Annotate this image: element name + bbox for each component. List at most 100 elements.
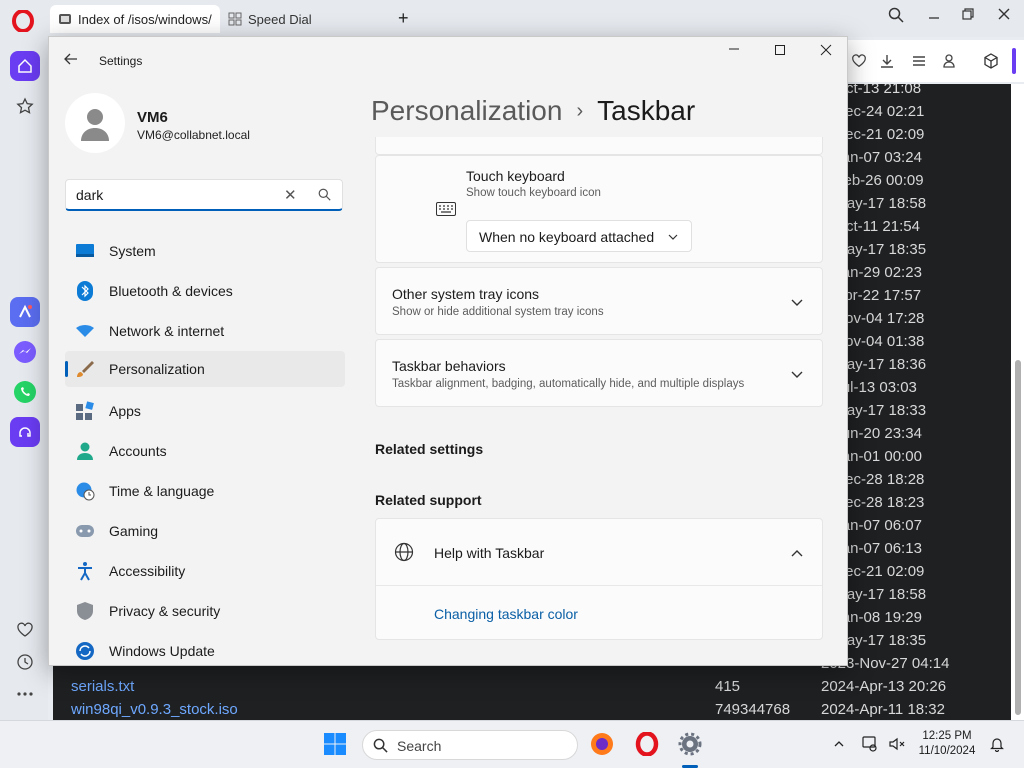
firefox-icon[interactable] (589, 731, 615, 757)
breadcrumb-separator: › (576, 100, 584, 122)
sidebar-item-personalization[interactable]: Personalization (65, 351, 345, 387)
page-title: Taskbar (597, 95, 696, 126)
file-name-link[interactable]: win98qi_v0.9.3_stock.iso (71, 698, 238, 720)
previous-card-edge (375, 137, 823, 155)
settings-gear-icon[interactable] (677, 731, 703, 757)
clock-time: 12:25 PM (922, 730, 972, 742)
taskbar-behaviors-card[interactable]: Taskbar behaviors Taskbar alignment, bad… (375, 339, 823, 407)
player-icon[interactable] (10, 417, 40, 447)
easy-setup-icon[interactable] (910, 52, 928, 70)
opera-taskbar-icon[interactable] (634, 731, 660, 757)
breadcrumb-parent[interactable]: Personalization (371, 95, 562, 126)
chevron-down-icon (668, 234, 678, 240)
download-icon[interactable] (878, 52, 896, 70)
globe-icon (394, 542, 414, 565)
maximize-button[interactable] (765, 43, 795, 67)
aria-ai-icon[interactable] (10, 297, 40, 327)
bookmarks-star-icon[interactable] (10, 91, 40, 121)
sidebar-item-bluetooth[interactable]: Bluetooth & devices (65, 273, 345, 309)
sidebar-item-label: Gaming (109, 523, 159, 539)
apps-icon (75, 401, 95, 421)
taskbar-search-box[interactable]: Search (362, 730, 578, 760)
sidebar-item-label: Network & internet (109, 323, 225, 339)
back-arrow-icon[interactable] (63, 51, 83, 71)
keyboard-icon (436, 202, 456, 219)
extensions-cube-icon[interactable] (982, 52, 1000, 70)
settings-search-box[interactable]: ✕ (65, 179, 343, 211)
browser-restore-icon[interactable] (958, 7, 978, 25)
browser-sidebar (0, 37, 48, 720)
account-icon[interactable] (940, 52, 958, 70)
sidebar-item-label: Bluetooth & devices (109, 283, 233, 299)
avatar[interactable] (65, 93, 125, 153)
tab-label: Index of /isos/windows/ (78, 11, 212, 27)
history-clock-icon[interactable] (10, 647, 40, 677)
notification-bell-icon[interactable] (984, 731, 1010, 757)
chevron-down-icon[interactable] (790, 368, 804, 382)
tray-icons-desc: Show or hide additional system tray icon… (392, 306, 604, 318)
file-size: 749344768 (715, 701, 791, 718)
browser-minimize-icon[interactable] (924, 7, 944, 25)
device-sync-icon[interactable] (856, 731, 882, 757)
window-title: Settings (99, 54, 143, 68)
start-windows-icon[interactable] (322, 731, 348, 757)
sidebar-item-system[interactable]: System (65, 233, 345, 269)
globe-clock-icon (75, 481, 95, 501)
sidebar-item-windows-update[interactable]: Windows Update (65, 633, 345, 665)
minimize-button[interactable] (719, 43, 749, 67)
search-input[interactable] (76, 186, 276, 204)
browser-search-icon[interactable] (886, 7, 906, 27)
gamepad-icon (75, 521, 95, 541)
chevron-up-icon[interactable] (790, 546, 804, 560)
tab-label: Speed Dial (248, 11, 312, 27)
sidebar-item-gaming[interactable]: Gaming (65, 513, 345, 549)
taskbar-clock[interactable]: 12:25 PM 11/10/2024 (914, 729, 980, 759)
sidebar-toggle-bar[interactable] (1012, 48, 1016, 74)
chevron-up-icon[interactable] (826, 731, 852, 757)
more-dots-icon[interactable] (10, 679, 40, 709)
home-icon[interactable] (10, 51, 40, 81)
tray-icons-title: Other system tray icons (392, 286, 540, 302)
speaker-muted-icon[interactable] (884, 731, 910, 757)
wifi-icon (75, 321, 95, 341)
site-favicon-icon (58, 12, 72, 26)
touch-keyboard-dropdown[interactable]: When no keyboard attached (466, 220, 692, 252)
sidebar-item-privacy[interactable]: Privacy & security (65, 593, 345, 629)
browser-close-icon[interactable] (994, 7, 1014, 25)
clear-search-icon[interactable]: ✕ (284, 186, 297, 204)
sidebar-item-time-language[interactable]: Time & language (65, 473, 345, 509)
help-title[interactable]: Help with Taskbar (434, 545, 544, 561)
heart-icon[interactable] (10, 615, 40, 645)
touch-keyboard-title: Touch keyboard (466, 168, 565, 184)
bluetooth-icon (75, 281, 95, 301)
sidebar-item-label: Privacy & security (109, 603, 221, 619)
shield-icon (75, 601, 95, 621)
sidebar-item-apps[interactable]: Apps (65, 393, 345, 429)
page-scrollbar-thumb[interactable] (1015, 360, 1021, 715)
profile-email: VM6@collabnet.local (137, 128, 250, 142)
messenger-icon[interactable] (10, 337, 40, 367)
file-date: 2024-Apr-13 20:26 (821, 678, 947, 695)
file-name-link[interactable]: serials.txt (71, 675, 134, 698)
chevron-down-icon[interactable] (790, 296, 804, 310)
windows-taskbar: Search 12:25 PM 11/10/2024 (0, 720, 1024, 768)
opera-logo-icon[interactable] (12, 9, 34, 33)
sidebar-item-accounts[interactable]: Accounts (65, 433, 345, 469)
whatsapp-icon[interactable] (10, 377, 40, 407)
speed-dial-icon (228, 12, 242, 26)
clock-date: 11/10/2024 (918, 745, 976, 757)
close-button[interactable] (811, 43, 841, 67)
search-icon[interactable] (318, 188, 331, 204)
other-tray-icons-card[interactable]: Other system tray icons Show or hide add… (375, 267, 823, 335)
heart-icon[interactable] (850, 52, 868, 70)
new-tab-button[interactable]: + (398, 8, 409, 29)
sidebar-item-accessibility[interactable]: Accessibility (65, 553, 345, 589)
settings-window: Settings VM6 VM6@collabnet.local ✕ Syste… (48, 36, 848, 666)
dropdown-value: When no keyboard attached (479, 229, 655, 245)
changing-taskbar-color-link[interactable]: Changing taskbar color (434, 606, 578, 622)
sidebar-item-label: Apps (109, 403, 141, 419)
file-date: 2024-Apr-11 18:32 (821, 701, 945, 718)
tab-index-of-isos[interactable]: Index of /isos/windows/ (50, 5, 220, 33)
tab-speed-dial[interactable]: Speed Dial (222, 5, 382, 33)
sidebar-item-network[interactable]: Network & internet (65, 313, 345, 349)
